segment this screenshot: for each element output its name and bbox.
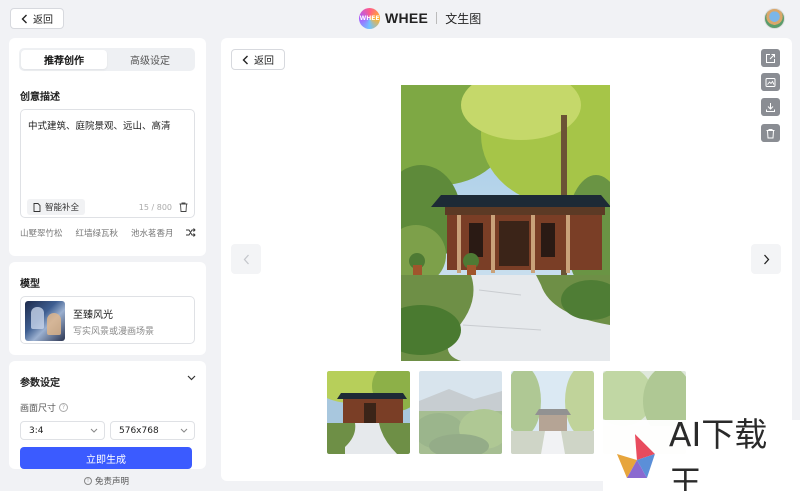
open-external-button[interactable] xyxy=(761,49,780,67)
model-thumbnail xyxy=(25,301,65,341)
chevron-down-icon xyxy=(90,428,98,433)
shuffle-icon[interactable] xyxy=(185,227,196,238)
model-name: 至臻风光 xyxy=(73,310,113,321)
preview-back-button[interactable]: 返回 xyxy=(231,49,285,70)
suggestion-item[interactable]: 池水茗香月 xyxy=(131,227,174,239)
thumbnail-item[interactable] xyxy=(325,369,412,456)
thumbnail-illustration xyxy=(511,371,594,454)
ratio-value: 3:4 xyxy=(29,425,44,436)
smart-complete-button[interactable]: 智能补全 xyxy=(27,199,86,215)
generated-image[interactable] xyxy=(401,85,610,361)
brand-logo: WHEE xyxy=(359,7,380,29)
suggestion-item[interactable]: 红墙绿瓦秋 xyxy=(76,227,119,239)
trash-icon[interactable] xyxy=(179,202,188,212)
chevron-down-icon xyxy=(180,428,188,433)
watermark-text: AI下载王 xyxy=(668,414,768,491)
back-label: 返回 xyxy=(33,15,53,26)
model-description: 写实风景或漫画场景 xyxy=(73,327,155,337)
avatar[interactable] xyxy=(764,8,785,29)
chevron-left-icon xyxy=(243,254,249,264)
tab-recommended[interactable]: 推荐创作 xyxy=(21,50,107,69)
chevron-left-icon xyxy=(242,55,248,64)
top-bar: 返回 WHEE WHEE 文生图 xyxy=(0,0,800,36)
resolution-value: 576x768 xyxy=(119,425,159,436)
size-label-text: 画面尺寸 xyxy=(20,404,57,414)
chevron-right-icon xyxy=(763,254,769,264)
help-icon[interactable]: ? xyxy=(59,403,69,412)
model-section-title: 模型 xyxy=(20,279,40,290)
size-label: 画面尺寸 ? xyxy=(20,401,69,414)
prompt-panel: 推荐创作 高级设定 创意描述 中式建筑、庭院景观、远山、高清 智能补全 15 /… xyxy=(9,38,206,256)
brand-divider xyxy=(436,12,438,24)
thumbnail-item[interactable] xyxy=(419,371,502,454)
page-title: 文生图 xyxy=(445,11,482,26)
resolution-select[interactable]: 576x768 xyxy=(110,421,195,440)
mode-tabs: 推荐创作 高级设定 xyxy=(19,48,195,71)
image-compare-icon xyxy=(765,77,776,87)
download-icon xyxy=(766,102,775,112)
image-compare-button[interactable] xyxy=(761,73,780,91)
smart-complete-label: 智能补全 xyxy=(45,203,80,213)
prompt-input[interactable]: 中式建筑、庭院景观、远山、高清 智能补全 15 / 800 xyxy=(20,109,195,218)
external-link-icon xyxy=(766,53,775,63)
chevron-down-icon[interactable] xyxy=(187,375,196,381)
tab-advanced[interactable]: 高级设定 xyxy=(107,50,193,69)
info-icon: ! xyxy=(84,477,92,485)
params-panel: 参数设定 画面尺寸 ? 3:4 576x768 立即生成 xyxy=(9,361,206,469)
brand: WHEE WHEE 文生图 xyxy=(359,7,481,29)
disclaimer-link[interactable]: ! 免责声明 xyxy=(84,475,129,487)
document-icon xyxy=(33,202,41,212)
next-image-button[interactable] xyxy=(751,244,781,274)
disclaimer-text: 免责声明 xyxy=(95,477,130,487)
chevron-left-icon xyxy=(21,14,27,23)
prompt-suggestions: 山墅翠竹松 红墙绿瓦秋 池水茗香月 xyxy=(20,227,196,239)
watermark: AI下载王 xyxy=(603,415,800,491)
generated-image-illustration xyxy=(401,85,610,361)
download-button[interactable] xyxy=(761,98,780,116)
thumbnail-item[interactable] xyxy=(511,371,594,454)
model-panel: 模型 至臻风光 写实风景或漫画场景 xyxy=(9,262,206,355)
delete-button[interactable] xyxy=(761,124,780,142)
char-count: 15 / 800 xyxy=(138,203,172,212)
prompt-section-title: 创意描述 xyxy=(20,92,60,103)
model-selector[interactable]: 至臻风光 写实风景或漫画场景 xyxy=(20,296,195,344)
watermark-logo-icon xyxy=(616,433,655,478)
previous-image-button[interactable] xyxy=(231,244,261,274)
generate-button[interactable]: 立即生成 xyxy=(20,447,192,469)
suggestion-item[interactable]: 山墅翠竹松 xyxy=(20,227,63,239)
params-section-title: 参数设定 xyxy=(20,378,60,389)
prompt-text: 中式建筑、庭院景观、远山、高清 xyxy=(28,121,171,132)
thumbnail-illustration xyxy=(419,371,502,454)
back-button[interactable]: 返回 xyxy=(10,8,64,29)
ratio-select[interactable]: 3:4 xyxy=(20,421,105,440)
brand-name: WHEE xyxy=(385,10,429,26)
thumbnail-illustration xyxy=(327,371,410,454)
trash-icon xyxy=(766,128,775,138)
back-label: 返回 xyxy=(254,56,274,67)
